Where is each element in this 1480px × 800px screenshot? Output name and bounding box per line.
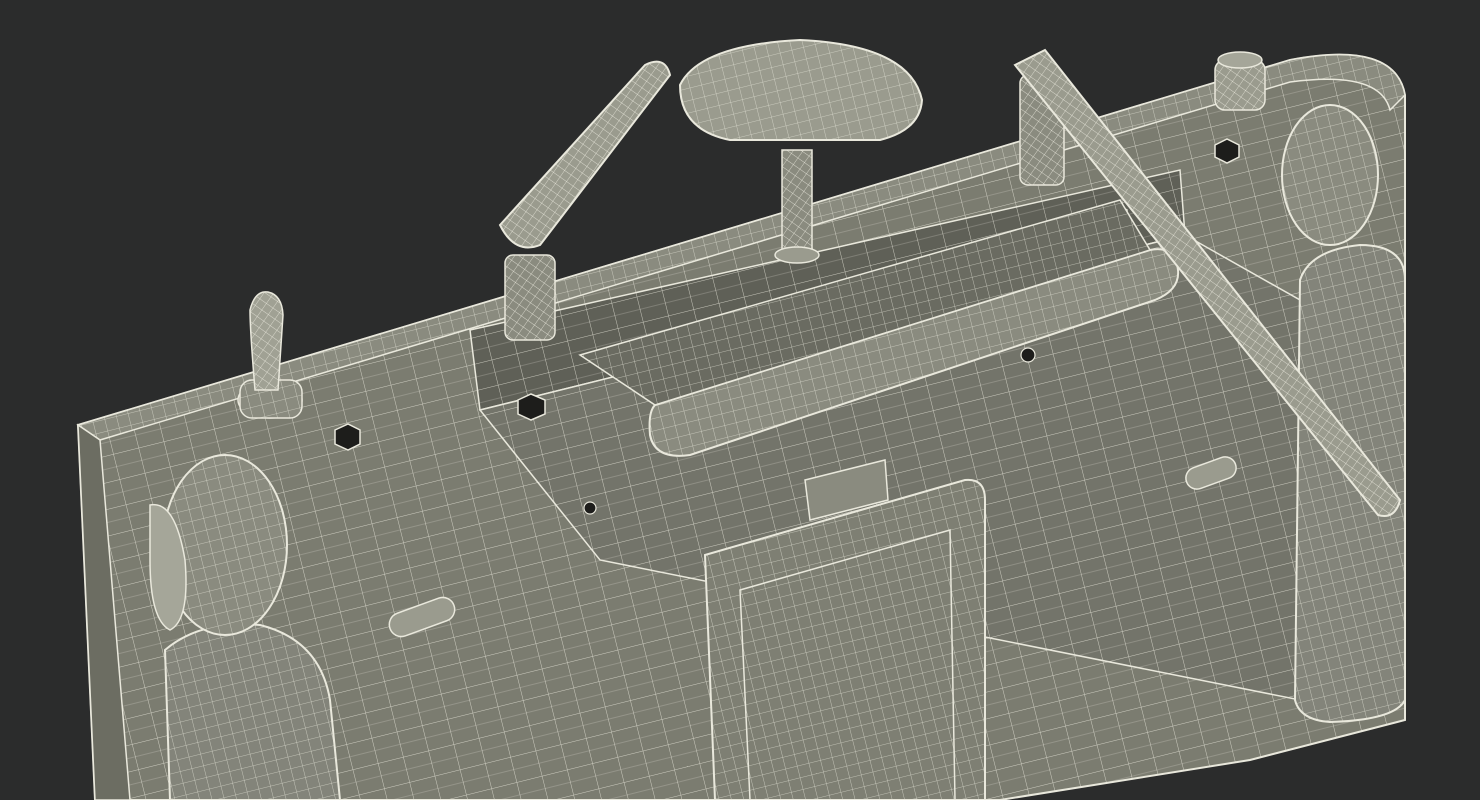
top-button xyxy=(1214,51,1266,111)
screw-hole xyxy=(583,501,597,515)
screw-hole xyxy=(334,423,361,451)
right-grip-mesh xyxy=(1295,245,1405,722)
screw-hole xyxy=(1214,138,1240,164)
screw-hole xyxy=(517,393,546,421)
wireframe-render xyxy=(0,0,1480,800)
screw-hole xyxy=(1020,347,1036,363)
right-wheel xyxy=(1281,104,1379,246)
